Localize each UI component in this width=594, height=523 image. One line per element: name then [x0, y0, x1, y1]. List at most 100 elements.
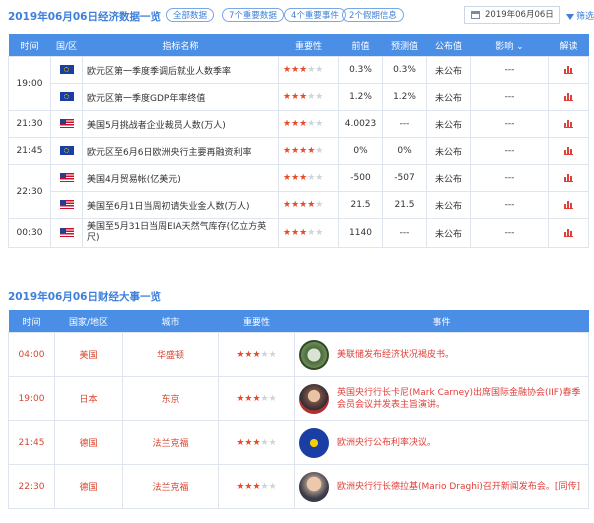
date-value: 2019年06月06日	[485, 10, 554, 20]
importance-stars: ★★★★★	[278, 218, 339, 248]
forecast-value: -507	[382, 164, 427, 192]
table-row: 00:30 美国至5月31日当周EIA天然气库存(亿立方英尺) ★★★★★ 11…	[8, 218, 589, 248]
bar-chart-icon[interactable]	[564, 119, 573, 128]
event-text: 英国央行行长卡尼(Mark Carney)出席国际金融协会(IIF)春季会员会议…	[337, 387, 581, 410]
importance-stars: ★★★★★	[218, 464, 295, 509]
importance-stars: ★★★★★	[218, 376, 295, 421]
us-flag-icon	[59, 173, 74, 182]
actual-value: 未公布	[426, 83, 471, 111]
events-table: 时间 国家/地区 城市 重要性 事件 04:00 美国 华盛顿 ★★★★★ 美联…	[8, 310, 589, 509]
economic-data-table: 时间 国/区 指标名称 重要性 前值 预测值 公布值 影响 ⌄ 解读 19:00…	[8, 34, 589, 248]
us-flag-icon	[59, 119, 74, 128]
table-row: 21:30 美国5月挑战者企业裁员人数(万人) ★★★★★ 4.0023 ---…	[8, 110, 589, 138]
events-title: 2019年06月06日财经大事一览	[8, 291, 161, 303]
col-importance: 重要性	[218, 310, 295, 333]
col-time: 时间	[8, 310, 55, 333]
importance-stars: ★★★★★	[218, 332, 295, 377]
chevron-down-icon: ⌄	[516, 41, 524, 52]
col-event: 事件	[294, 310, 589, 333]
impact-value: ---	[470, 218, 549, 248]
indicator-name: 欧元区第一季度季调后就业人数季率	[82, 56, 279, 84]
eu-flag-icon	[59, 65, 74, 74]
filter-button[interactable]: 筛选	[566, 9, 594, 22]
bar-chart-icon[interactable]	[564, 200, 573, 209]
top-bar: 2019年06月06日经济数据一览 全部数据 7个重要数据 4个重要事件 2个假…	[8, 6, 594, 26]
event-country: 美国	[54, 332, 123, 377]
draghi-portrait-icon	[299, 471, 329, 502]
bar-chart-icon[interactable]	[564, 92, 573, 101]
prev-value: 4.0023	[338, 110, 383, 138]
calendar-icon	[471, 11, 480, 19]
actual-value: 未公布	[426, 218, 471, 248]
table-row: 22:30 美国4月贸易帐(亿美元) ★★★★★ -500 -507 未公布 -…	[8, 164, 589, 219]
event-time: 19:00	[8, 376, 55, 421]
row-time: 19:00	[8, 56, 51, 111]
col-indicator: 指标名称	[82, 34, 279, 57]
bar-chart-icon[interactable]	[564, 65, 573, 74]
impact-value: ---	[470, 137, 549, 165]
indicator-name: 欧元区第一季度GDP年率终值	[82, 83, 279, 111]
impact-value: ---	[470, 191, 549, 219]
date-picker[interactable]: 2019年06月06日	[464, 6, 560, 24]
impact-value: ---	[470, 110, 549, 138]
event-time: 21:45	[8, 420, 55, 465]
col-forecast: 预测值	[382, 34, 427, 57]
forecast-value: 0.3%	[382, 56, 427, 84]
us-flag-icon	[59, 200, 74, 209]
row-time: 21:30	[8, 110, 51, 138]
prev-value: -500	[338, 164, 383, 192]
table-header: 时间 国/区 指标名称 重要性 前值 预测值 公布值 影响 ⌄ 解读	[8, 34, 589, 57]
importance-stars: ★★★★★	[278, 164, 339, 192]
prev-value: 21.5	[338, 191, 383, 219]
event-country: 德国	[54, 420, 123, 465]
event-city: 华盛顿	[122, 332, 219, 377]
col-city: 城市	[122, 310, 219, 333]
actual-value: 未公布	[426, 191, 471, 219]
col-analysis: 解读	[548, 34, 589, 57]
importance-stars: ★★★★★	[218, 420, 295, 465]
col-country: 国家/地区	[54, 310, 123, 333]
bar-chart-icon[interactable]	[564, 228, 573, 237]
event-text: 欧洲央行公布利率决议。	[337, 437, 437, 448]
filter-label: 筛选	[576, 12, 594, 22]
event-city: 法兰克福	[122, 420, 219, 465]
carney-portrait-icon	[299, 383, 329, 414]
indicator-name: 美国5月挑战者企业裁员人数(万人)	[82, 110, 279, 138]
page-title: 2019年06月06日经济数据一览	[8, 11, 161, 23]
impact-value: ---	[470, 56, 549, 84]
row-time: 22:30	[8, 164, 51, 219]
indicator-name: 美国至5月31日当周EIA天然气库存(亿立方英尺)	[82, 218, 279, 248]
indicator-name: 美国4月贸易帐(亿美元)	[82, 164, 279, 192]
table-row: 19:00 日本 东京 ★★★★★ 英国央行行长卡尼(Mark Carney)出…	[8, 376, 589, 421]
filter-holidays[interactable]: 2个假期信息	[342, 8, 404, 22]
table-row: 22:30 德国 法兰克福 ★★★★★ 欧洲央行行长德拉基(Mario Drag…	[8, 464, 589, 509]
forecast-value: 1.2%	[382, 83, 427, 111]
filter-important-events[interactable]: 4个重要事件	[284, 8, 346, 22]
table-row: 美国至6月1日当周初请失业金人数(万人) ★★★★★ 21.5 21.5 未公布…	[9, 191, 589, 219]
col-actual: 公布值	[426, 34, 471, 57]
actual-value: 未公布	[426, 110, 471, 138]
bar-chart-icon[interactable]	[564, 146, 573, 155]
event-city: 法兰克福	[122, 464, 219, 509]
filter-all-data[interactable]: 全部数据	[166, 8, 215, 22]
event-text: 美联储发布经济状况褐皮书。	[337, 349, 455, 360]
fed-seal-icon	[299, 339, 329, 370]
event-time: 22:30	[8, 464, 55, 509]
filter-important-data[interactable]: 7个重要数据	[222, 8, 284, 22]
col-impact[interactable]: 影响 ⌄	[470, 34, 549, 57]
forecast-value: ---	[382, 218, 427, 248]
prev-value: 1140	[338, 218, 383, 248]
bar-chart-icon[interactable]	[564, 173, 573, 182]
importance-stars: ★★★★★	[278, 137, 339, 165]
impact-value: ---	[470, 83, 549, 111]
prev-value: 0.3%	[338, 56, 383, 84]
funnel-icon	[566, 13, 574, 20]
col-country: 国/区	[50, 34, 83, 57]
actual-value: 未公布	[426, 56, 471, 84]
importance-stars: ★★★★★	[278, 191, 339, 219]
actual-value: 未公布	[426, 137, 471, 165]
table-row: 欧元区第一季度GDP年率终值 ★★★★★ 1.2% 1.2% 未公布 ---	[9, 83, 589, 111]
impact-value: ---	[470, 164, 549, 192]
event-city: 东京	[122, 376, 219, 421]
event-country: 德国	[54, 464, 123, 509]
